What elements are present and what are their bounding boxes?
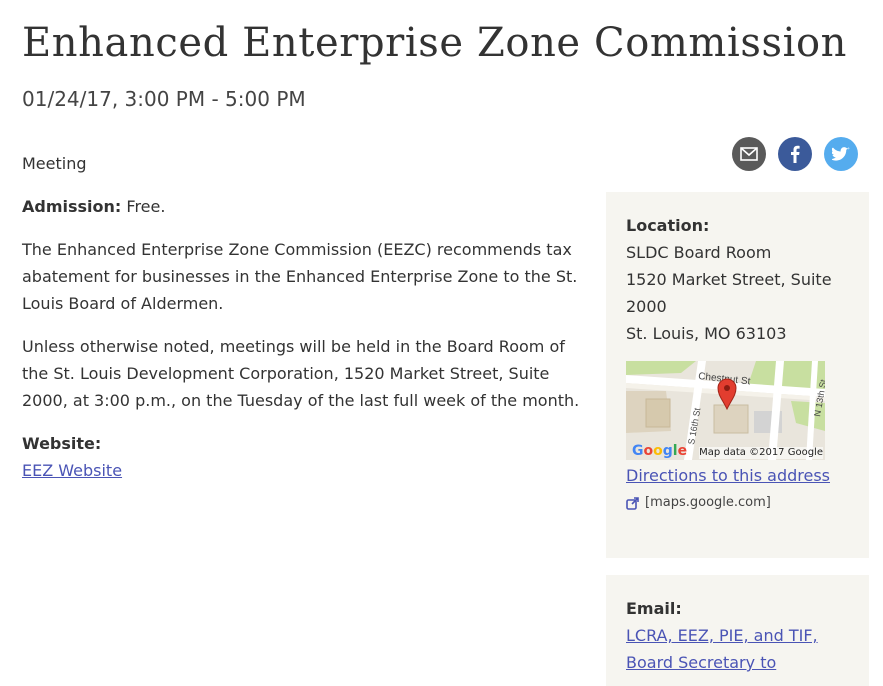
share-email-button[interactable] bbox=[732, 137, 766, 171]
website-label: Website: bbox=[22, 434, 102, 453]
admission-line: Admission: Free. bbox=[22, 193, 582, 220]
location-city: St. Louis, MO 63103 bbox=[626, 324, 787, 343]
location-suite: 2000 bbox=[626, 297, 667, 316]
admission-label: Admission: bbox=[22, 197, 122, 216]
website-link[interactable]: EEZ Website bbox=[22, 461, 122, 480]
directions-link[interactable]: Directions to this address bbox=[626, 462, 849, 489]
email-icon bbox=[740, 147, 758, 161]
location-box: Location: SLDC Board Room 1520 Market St… bbox=[606, 192, 869, 558]
map-attribution: Map data ©2017 Google bbox=[699, 447, 823, 459]
website-section: Website: EEZ Website bbox=[22, 430, 582, 484]
event-date: 01/24/17, 3:00 PM - 5:00 PM bbox=[22, 87, 306, 111]
event-type: Meeting bbox=[22, 154, 87, 173]
email-link[interactable]: Board Secretary to bbox=[626, 649, 849, 676]
location-label: Location: bbox=[626, 216, 710, 235]
location-map[interactable]: Chestnut St S 16th St N 13th St Google M… bbox=[626, 361, 825, 460]
external-link-note: [maps.google.com] bbox=[626, 493, 849, 513]
email-label: Email: bbox=[626, 599, 682, 618]
location-venue: SLDC Board Room bbox=[626, 243, 772, 262]
share-facebook-button[interactable] bbox=[778, 137, 812, 171]
map-google-logo: Google bbox=[632, 443, 688, 459]
description-paragraph: Unless otherwise noted, meetings will be… bbox=[22, 337, 580, 410]
email-box: Email: LCRA, EEZ, PIE, and TIF, Board Se… bbox=[606, 575, 869, 686]
event-main-content: Meeting Admission: Free. The Enhanced En… bbox=[22, 150, 582, 484]
share-buttons bbox=[732, 137, 858, 171]
admission-value: Free. bbox=[121, 197, 166, 216]
description-paragraph: The Enhanced Enterprise Zone Commission … bbox=[22, 240, 578, 313]
facebook-icon bbox=[791, 145, 800, 163]
external-domain: [maps.google.com] bbox=[645, 495, 771, 510]
page-title: Enhanced Enterprise Zone Commission bbox=[22, 20, 848, 66]
twitter-icon bbox=[832, 146, 850, 161]
share-twitter-button[interactable] bbox=[824, 137, 858, 171]
external-link-icon bbox=[626, 496, 639, 510]
location-street: 1520 Market Street, Suite bbox=[626, 270, 832, 289]
email-link[interactable]: LCRA, EEZ, PIE, and TIF, bbox=[626, 622, 849, 649]
